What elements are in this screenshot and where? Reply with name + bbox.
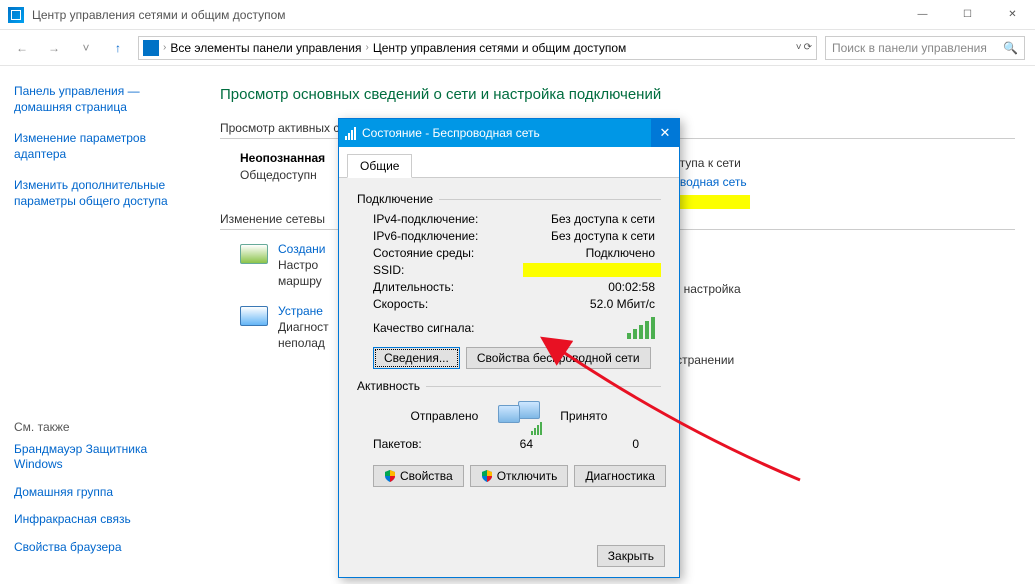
shield-icon [384, 470, 396, 482]
crumb-1[interactable]: Все элементы панели управления [170, 41, 361, 55]
ssid-value-redacted [523, 263, 661, 277]
troubleshoot-icon [240, 306, 268, 326]
wireless-properties-button[interactable]: Свойства беспроводной сети [466, 347, 651, 369]
media-value: Подключено [523, 246, 661, 260]
maximize-button[interactable]: ☐ [945, 0, 990, 30]
page-heading: Просмотр основных сведений о сети и наст… [220, 86, 1015, 103]
recv-label: Принято [560, 409, 607, 423]
close-dialog-button[interactable]: Закрыть [597, 545, 665, 567]
up-button[interactable]: ↑ [106, 36, 130, 60]
ipv4-value: Без доступа к сети [523, 212, 661, 226]
quality-label: Качество сигнала: [373, 321, 523, 335]
dialog-title: Состояние - Беспроводная сеть [362, 126, 651, 140]
ipv6-value: Без доступа к сети [523, 229, 661, 243]
related-homegroup[interactable]: Домашняя группа [14, 485, 186, 501]
disable-button[interactable]: Отключить [470, 465, 569, 487]
speed-label: Скорость: [373, 297, 523, 311]
packets-label: Пакетов: [373, 437, 483, 451]
task2-link: Устране [278, 304, 329, 318]
window-title: Центр управления сетями и общим доступом [32, 8, 900, 22]
sidebar-adapter-settings[interactable]: Изменение параметров адаптера [14, 131, 186, 162]
duration-label: Длительность: [373, 280, 523, 294]
diagnose-button[interactable]: Диагностика [574, 465, 666, 487]
breadcrumb-dropdown[interactable]: ˅ [796, 42, 802, 53]
dialog-titlebar[interactable]: Состояние - Беспроводная сеть ✕ [339, 119, 679, 147]
tab-general[interactable]: Общие [347, 154, 412, 178]
crumb-2[interactable]: Центр управления сетями и общим доступом [373, 41, 627, 55]
search-placeholder: Поиск в панели управления [832, 41, 997, 55]
dialog-close-button[interactable]: ✕ [651, 119, 679, 147]
breadcrumb-bar: ← → ˅ ↑ › Все элементы панели управления… [0, 30, 1035, 66]
ipv4-label: IPv4-подключение: [373, 212, 523, 226]
window-titlebar: Центр управления сетями и общим доступом… [0, 0, 1035, 30]
ssid-label: SSID: [373, 263, 523, 277]
minimize-button[interactable]: — [900, 0, 945, 30]
task1-desc1: Настро [278, 258, 325, 272]
wifi-status-dialog: Состояние - Беспроводная сеть ✕ Общие По… [338, 118, 680, 578]
chevron-right-icon: › [163, 42, 166, 53]
sidebar: Панель управления — домашняя страница Из… [0, 66, 200, 584]
group-connection: Подключение [357, 192, 433, 206]
search-input[interactable]: Поиск в панели управления 🔍 [825, 36, 1025, 60]
details-button[interactable]: Сведения... [373, 347, 460, 369]
sidebar-home[interactable]: Панель управления — домашняя страница [14, 84, 186, 115]
related-ir[interactable]: Инфракрасная связь [14, 512, 186, 528]
task2-desc2: неполад [278, 336, 329, 350]
chevron-right-icon: › [365, 42, 368, 53]
breadcrumb[interactable]: › Все элементы панели управления › Центр… [138, 36, 817, 60]
task1-link: Создани [278, 242, 325, 256]
speed-value: 52.0 Мбит/с [523, 297, 661, 311]
related-firewall[interactable]: Брандмауэр Защитника Windows [14, 442, 186, 473]
packets-recv: 0 [573, 437, 645, 451]
activity-monitors-icon [498, 401, 540, 431]
wifi-signal-icon [345, 127, 356, 140]
media-label: Состояние среды: [373, 246, 523, 260]
refresh-button[interactable]: ⟳ [804, 42, 812, 53]
recent-dropdown[interactable]: ˅ [74, 36, 98, 60]
task1-desc2: маршру [278, 274, 325, 288]
ipv6-label: IPv6-подключение: [373, 229, 523, 243]
back-button[interactable]: ← [10, 36, 34, 60]
control-panel-icon [143, 40, 159, 56]
shield-icon [481, 470, 493, 482]
forward-button[interactable]: → [42, 36, 66, 60]
new-connection-icon [240, 244, 268, 264]
close-button[interactable]: ✕ [990, 0, 1035, 30]
task2-desc1: Диагност [278, 320, 329, 334]
packets-sent: 64 [483, 437, 573, 451]
properties-button[interactable]: Свойства [373, 465, 464, 487]
related-browser[interactable]: Свойства браузера [14, 540, 186, 556]
sidebar-sharing-settings[interactable]: Изменить дополнительные параметры общего… [14, 178, 186, 209]
signal-quality-icon [627, 317, 655, 339]
tab-strip: Общие [339, 147, 679, 178]
group-activity: Активность [357, 379, 420, 393]
duration-value: 00:02:58 [523, 280, 661, 294]
related-title: См. также [14, 420, 186, 434]
sent-label: Отправлено [411, 409, 479, 423]
search-icon: 🔍 [1003, 41, 1018, 55]
app-icon [8, 7, 24, 23]
